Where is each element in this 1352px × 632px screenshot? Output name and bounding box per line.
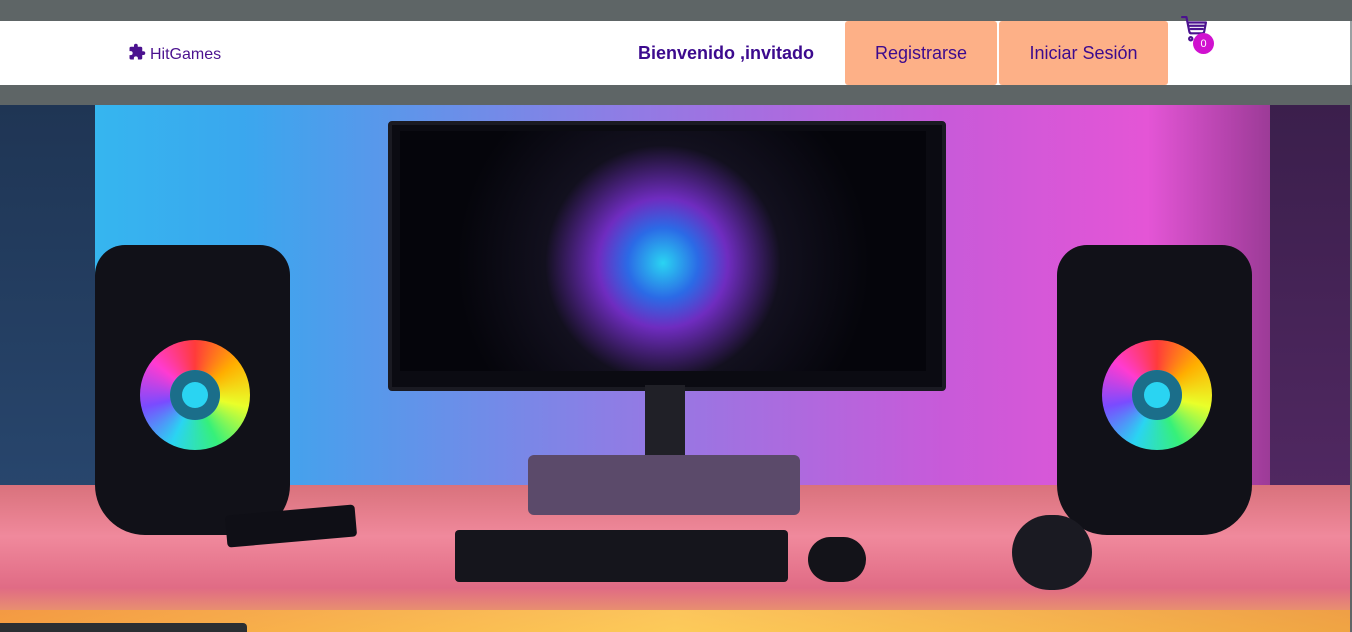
mouse-image bbox=[808, 537, 866, 582]
login-button[interactable]: Iniciar Sesión bbox=[999, 21, 1168, 85]
register-button[interactable]: Registrarse bbox=[845, 21, 997, 85]
keyboard-image bbox=[455, 530, 788, 582]
header-gray-strip bbox=[0, 85, 1352, 105]
monitor-image bbox=[388, 121, 946, 391]
browser-status-bar bbox=[0, 623, 247, 632]
cart-count-badge: 0 bbox=[1193, 33, 1214, 54]
speaker-right bbox=[1057, 245, 1252, 535]
brand-name: HitGames bbox=[150, 45, 222, 63]
welcome-text: Bienvenido ,invitado bbox=[638, 43, 815, 63]
headset-image bbox=[1012, 515, 1092, 590]
speaker-left bbox=[95, 245, 290, 535]
brand-link[interactable]: HitGames bbox=[128, 43, 221, 66]
navbar: HitGames Bienvenido ,invitado Registrars… bbox=[0, 21, 1352, 85]
top-gray-bar bbox=[0, 0, 1352, 21]
puzzle-icon bbox=[128, 43, 146, 66]
hero-image-gaming-setup bbox=[0, 105, 1350, 632]
